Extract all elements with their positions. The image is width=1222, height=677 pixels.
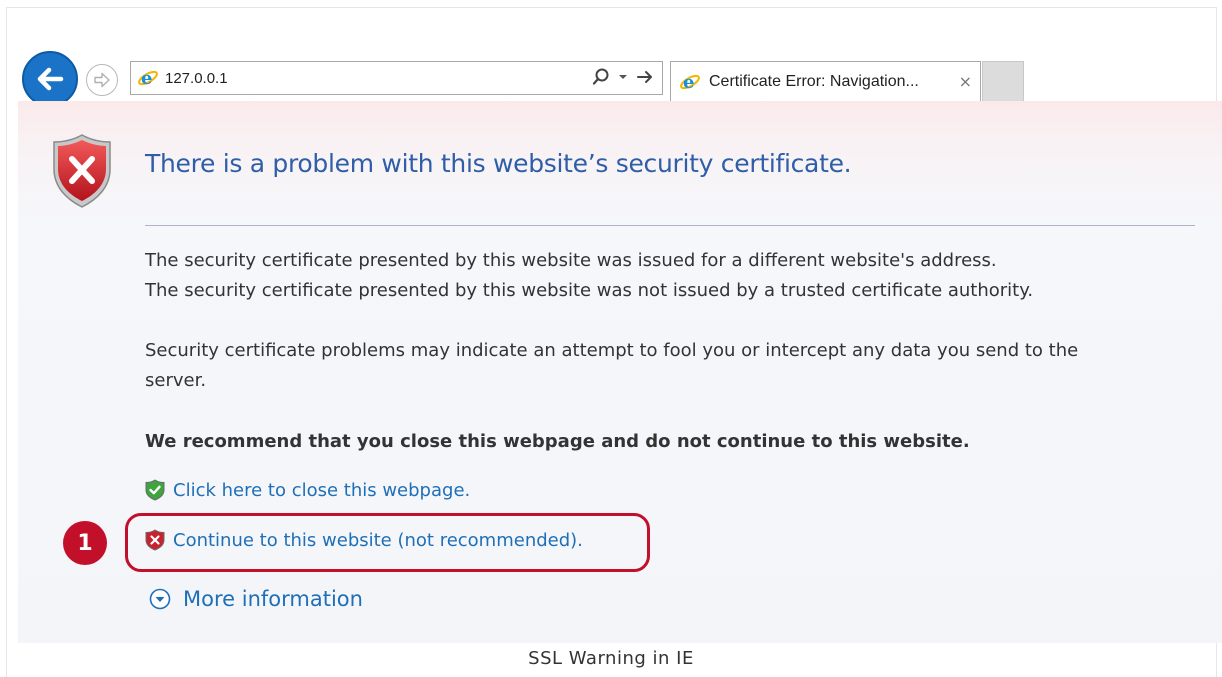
more-information-toggle[interactable]: More information xyxy=(149,587,363,611)
issue-line: The security certificate presented by th… xyxy=(145,280,1034,301)
certificate-error-page: There is a problem with this website’s s… xyxy=(18,101,1222,643)
more-information-label[interactable]: More information xyxy=(183,587,363,611)
svg-text:e: e xyxy=(141,68,152,89)
address-input[interactable] xyxy=(165,69,585,87)
ie-logo-icon: e xyxy=(680,72,700,93)
warning-text: Security certificate problems may indica… xyxy=(145,336,1078,396)
annotation-badge: 1 xyxy=(63,521,107,565)
browser-tab[interactable]: e Certificate Error: Navigation... × xyxy=(670,61,981,101)
issue-line: The security certificate presented by th… xyxy=(145,250,997,271)
dropdown-icon[interactable] xyxy=(618,72,628,82)
certificate-issues-text: The security certificate presented by th… xyxy=(145,246,1033,306)
recommendation-text: We recommend that you close this webpage… xyxy=(145,431,970,452)
warning-line: server. xyxy=(145,370,207,391)
close-webpage-label[interactable]: Click here to close this webpage. xyxy=(173,480,470,501)
forward-button[interactable] xyxy=(86,64,118,96)
continue-website-link[interactable]: Continue to this website (not recommende… xyxy=(145,529,583,551)
tab-close-icon[interactable]: × xyxy=(959,72,972,91)
back-arrow-icon xyxy=(37,67,64,91)
shield-error-icon xyxy=(53,134,111,208)
divider xyxy=(145,225,1195,226)
tab-title: Certificate Error: Navigation... xyxy=(709,72,919,90)
figure-caption: SSL Warning in IE xyxy=(528,648,694,669)
warning-line: Security certificate problems may indica… xyxy=(145,340,1079,361)
close-webpage-link[interactable]: Click here to close this webpage. xyxy=(145,479,470,501)
shield-ok-icon xyxy=(145,479,165,501)
chevron-down-circle-icon xyxy=(149,588,171,610)
shield-error-icon xyxy=(145,529,165,551)
page-title: There is a problem with this website’s s… xyxy=(145,149,852,178)
go-arrow-icon[interactable] xyxy=(636,69,654,85)
back-button[interactable] xyxy=(22,51,78,107)
svg-text:e: e xyxy=(683,72,694,93)
new-tab-button[interactable] xyxy=(982,61,1024,101)
continue-website-label[interactable]: Continue to this website (not recommende… xyxy=(173,530,583,551)
search-icon[interactable] xyxy=(592,68,610,86)
ie-logo-icon: e xyxy=(138,68,158,89)
forward-arrow-icon xyxy=(94,72,110,88)
address-bar[interactable]: e xyxy=(130,61,663,95)
